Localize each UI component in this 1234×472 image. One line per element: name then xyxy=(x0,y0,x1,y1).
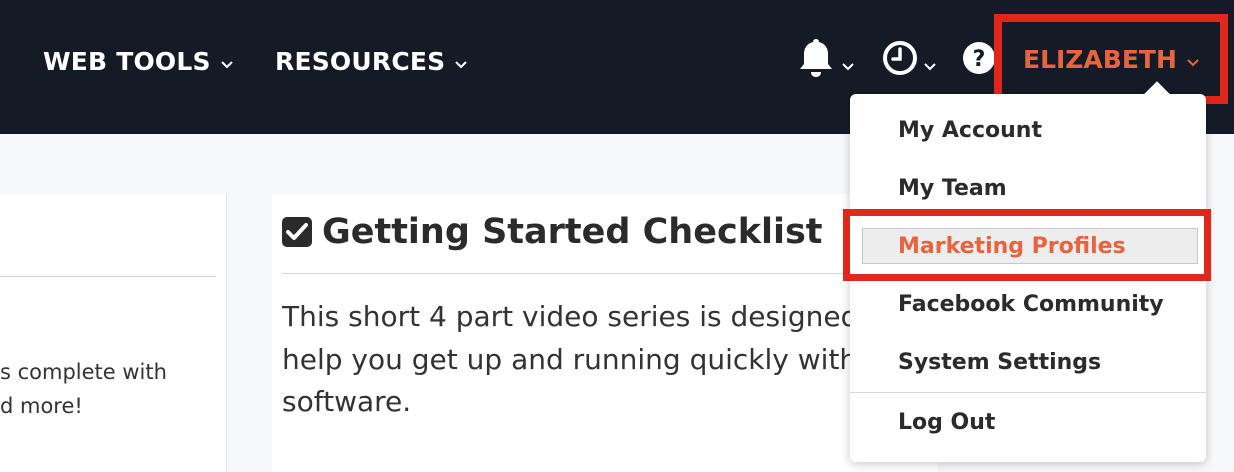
history-button[interactable] xyxy=(882,38,936,82)
chevron-down-icon xyxy=(221,54,233,73)
checklist-description-line: software. xyxy=(282,385,412,418)
left-card-text-line: d more! xyxy=(0,394,83,418)
svg-text:?: ? xyxy=(973,47,986,72)
user-name: ELIZABETH xyxy=(1023,44,1177,74)
chevron-down-icon xyxy=(842,57,854,75)
menu-divider xyxy=(850,392,1206,393)
menu-item-system-settings[interactable]: System Settings xyxy=(898,350,1101,375)
resources-label: RESOURCES xyxy=(275,46,446,76)
checkbox-checked-icon xyxy=(282,217,312,247)
left-card xyxy=(0,194,227,472)
left-card-text-line: s complete with xyxy=(0,360,167,384)
menu-item-my-account[interactable]: My Account xyxy=(898,118,1042,143)
help-button[interactable]: ? xyxy=(962,38,996,82)
checklist-description-line: help you get up and running quickly with xyxy=(282,343,858,376)
chevron-down-icon xyxy=(924,57,936,75)
chevron-down-icon xyxy=(1187,52,1199,71)
menu-item-marketing-profiles[interactable]: Marketing Profiles xyxy=(898,234,1126,259)
menu-item-log-out[interactable]: Log Out xyxy=(898,410,995,435)
notifications-button[interactable] xyxy=(796,38,854,82)
menu-item-facebook-community[interactable]: Facebook Community xyxy=(898,292,1164,317)
menu-item-my-team[interactable]: My Team xyxy=(898,176,1007,201)
checklist-title-text: Getting Started Checklist xyxy=(322,212,823,252)
resources-menu[interactable]: RESOURCES xyxy=(275,43,468,79)
user-dropdown-menu: My Account My Team Marketing Profiles Fa… xyxy=(843,94,1211,462)
checklist-divider xyxy=(282,273,882,274)
help-icon: ? xyxy=(962,41,996,79)
bell-icon xyxy=(796,37,836,83)
chevron-down-icon xyxy=(455,54,468,73)
clock-icon xyxy=(882,40,918,80)
web-tools-menu[interactable]: WEB TOOLS xyxy=(43,43,233,79)
web-tools-label: WEB TOOLS xyxy=(43,46,211,76)
left-card-divider xyxy=(0,276,216,277)
checklist-description-line: This short 4 part video series is design… xyxy=(282,300,859,333)
user-menu-button[interactable]: ELIZABETH xyxy=(994,14,1228,104)
checklist-title: Getting Started Checklist xyxy=(282,212,823,252)
